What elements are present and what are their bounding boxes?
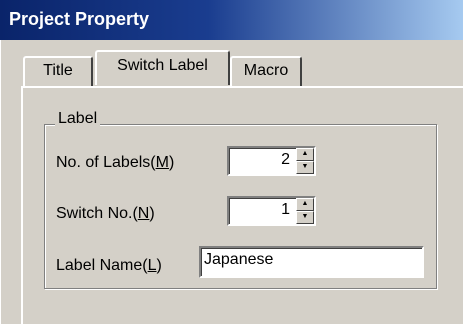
tab-title[interactable]: Title	[23, 56, 93, 86]
groupbox-legend: Label	[55, 109, 101, 129]
label-name-input[interactable]: Japanese	[199, 246, 424, 278]
labels-count-spinner: ▲ ▼	[296, 148, 314, 174]
switch-no-stepper[interactable]: 1 ▲ ▼	[227, 196, 316, 226]
switch-no-label: Switch No.(N)	[56, 205, 155, 222]
label-name-value: Japanese	[204, 251, 274, 268]
window-title: Project Property	[9, 9, 150, 29]
spin-down-arrow-icon[interactable]: ▼	[296, 161, 314, 174]
labels-count-value: 2	[281, 151, 290, 168]
switch-no-value: 1	[281, 201, 290, 218]
switch-no-spinner: ▲ ▼	[296, 198, 314, 224]
window-titlebar: Project Property	[0, 0, 463, 40]
tab-macro-label: Macro	[243, 62, 289, 79]
spin-up-arrow-icon[interactable]: ▲	[296, 198, 314, 211]
tab-switch-label[interactable]: Switch Label	[95, 50, 230, 85]
tab-title-label: Title	[43, 62, 73, 79]
tab-macro[interactable]: Macro	[230, 56, 302, 86]
spin-up-arrow-icon[interactable]: ▲	[296, 148, 314, 161]
label-name-label: Label Name(L)	[56, 257, 162, 274]
labels-count-label: No. of Labels(M)	[56, 154, 175, 171]
spin-down-arrow-icon[interactable]: ▼	[296, 211, 314, 224]
tab-switch-label-label: Switch Label	[117, 57, 208, 74]
labels-count-stepper[interactable]: 2 ▲ ▼	[227, 146, 316, 176]
